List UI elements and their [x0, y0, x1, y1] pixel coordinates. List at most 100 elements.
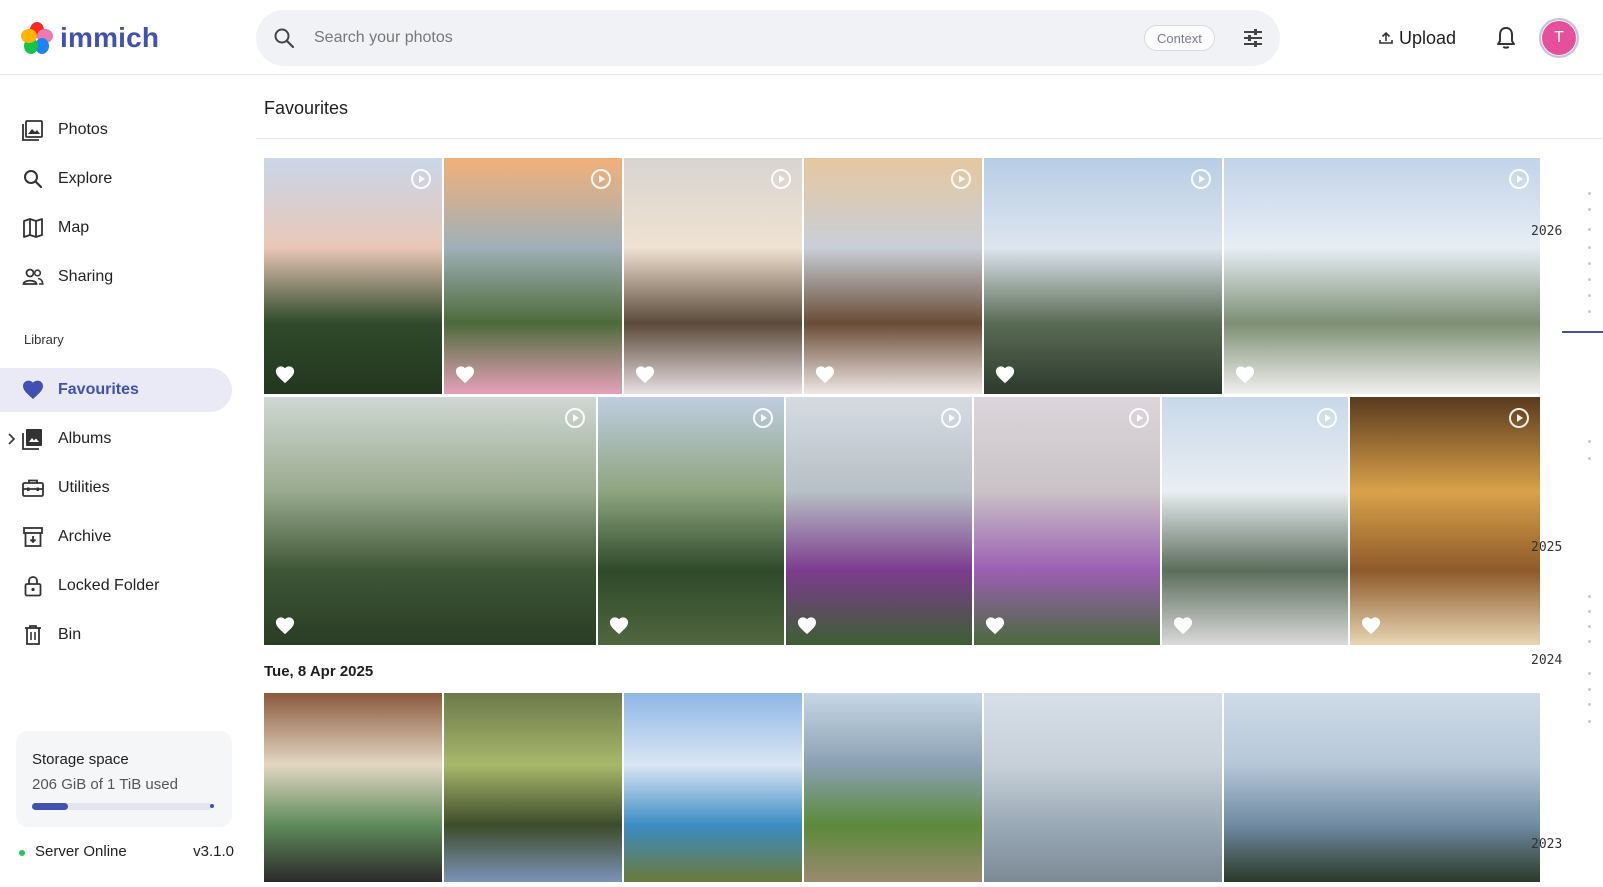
- timeline-year[interactable]: 2024: [1531, 653, 1562, 668]
- play-video-icon: [1129, 408, 1149, 428]
- timeline-year[interactable]: 2023: [1531, 837, 1562, 852]
- sidebar-item-label: Albums: [58, 430, 112, 447]
- sidebar-item-label: Locked Folder: [58, 577, 160, 594]
- sidebar-item-sharing[interactable]: Sharing: [0, 255, 232, 299]
- title-divider: [256, 138, 1603, 139]
- chevron-right-icon[interactable]: [6, 433, 16, 445]
- avatar-initial: T: [1554, 29, 1564, 46]
- timeline-tick: [1588, 688, 1591, 691]
- timeline-scrubber[interactable]: 2026 2025 2024 2023: [1531, 140, 1603, 887]
- favourite-heart-icon: [1361, 617, 1381, 635]
- lock-icon: [24, 576, 42, 597]
- photo-thumbnail[interactable]: [804, 158, 982, 394]
- storage-progress-bar: [32, 803, 212, 810]
- sidebar-item-map[interactable]: Map: [0, 206, 232, 250]
- photo-thumbnail[interactable]: [1162, 397, 1348, 645]
- photo-thumbnail[interactable]: [804, 693, 982, 882]
- photo-thumbnail[interactable]: [1350, 397, 1540, 645]
- photo-thumbnail[interactable]: [974, 397, 1160, 645]
- timeline-tick: [1588, 278, 1591, 281]
- sidebar-item-label: Map: [58, 219, 90, 236]
- context-label: Context: [1157, 30, 1202, 46]
- search-bar[interactable]: Context: [256, 10, 1280, 66]
- sidebar-item-label: Sharing: [58, 268, 114, 285]
- photo-thumbnail[interactable]: [624, 693, 802, 882]
- sidebar-item-favourites[interactable]: Favourites: [0, 368, 232, 412]
- immich-logo-icon: [21, 22, 53, 54]
- search-filter-button[interactable]: [1239, 24, 1267, 52]
- page-title: Favourites: [264, 98, 349, 118]
- timeline-tick: [1588, 310, 1591, 313]
- top-bar: immich Context Upload: [0, 0, 1603, 75]
- context-search-button[interactable]: Context: [1144, 25, 1215, 51]
- photo-thumbnail[interactable]: [264, 158, 442, 394]
- timeline-tick: [1588, 640, 1591, 643]
- user-avatar[interactable]: T: [1539, 18, 1579, 58]
- photo-thumbnail[interactable]: [444, 158, 622, 394]
- sidebar-item-utilities[interactable]: Utilities: [0, 466, 232, 510]
- play-video-icon: [591, 169, 611, 189]
- storage-usage: 206 GiB of 1 TiB used: [32, 776, 178, 793]
- sidebar-item-label: Photos: [58, 121, 108, 138]
- sidebar-item-albums[interactable]: Albums: [0, 417, 232, 461]
- favourite-heart-icon: [275, 366, 295, 384]
- play-video-icon: [951, 169, 971, 189]
- sidebar-item-label: Explore: [58, 170, 113, 187]
- search-input[interactable]: [314, 24, 1094, 52]
- bell-icon[interactable]: [1492, 24, 1520, 52]
- sidebar-item-explore[interactable]: Explore: [0, 157, 232, 201]
- favourite-heart-icon: [815, 366, 835, 384]
- photo-thumbnail[interactable]: [598, 397, 784, 645]
- timeline-year[interactable]: 2025: [1531, 540, 1562, 555]
- timeline-tick: [1588, 595, 1591, 598]
- upload-button[interactable]: Upload: [1378, 24, 1456, 52]
- storage-bar-end-dot: [210, 804, 214, 808]
- server-status-label: Server Online: [35, 843, 127, 860]
- play-video-icon: [1317, 408, 1337, 428]
- favourite-heart-icon: [1173, 617, 1193, 635]
- server-status: Server Online v3.1.0: [19, 843, 234, 863]
- timeline-tick: [1588, 208, 1591, 211]
- upload-label: Upload: [1399, 27, 1457, 48]
- immich-logo[interactable]: immich: [20, 20, 159, 56]
- photo-thumbnail[interactable]: [1224, 693, 1540, 882]
- timeline-position-indicator: [1562, 331, 1603, 333]
- favourite-heart-icon: [275, 617, 295, 635]
- play-video-icon: [1509, 169, 1529, 189]
- timeline-tick: [1588, 440, 1591, 443]
- photo-thumbnail[interactable]: [984, 158, 1222, 394]
- timeline-tick: [1588, 228, 1591, 231]
- date-group-label: Tue, 8 Apr 2025: [264, 663, 374, 680]
- upload-icon: [1379, 31, 1393, 44]
- photo-thumbnail[interactable]: [1224, 158, 1540, 394]
- photos-icon: [22, 120, 43, 141]
- play-video-icon: [941, 408, 961, 428]
- sidebar: Photos Explore Map Sharing Library Favou…: [0, 75, 250, 887]
- sidebar-item-bin[interactable]: Bin: [0, 613, 232, 657]
- photo-thumbnail[interactable]: [264, 693, 442, 882]
- toolbox-icon: [22, 479, 44, 497]
- favourite-heart-icon: [609, 617, 629, 635]
- sidebar-item-locked-folder[interactable]: Locked Folder: [0, 564, 232, 608]
- photo-thumbnail[interactable]: [984, 693, 1222, 882]
- sidebar-item-photos[interactable]: Photos: [0, 108, 232, 152]
- heart-icon: [23, 380, 43, 399]
- timeline-tick: [1588, 720, 1591, 723]
- timeline-year[interactable]: 2026: [1531, 224, 1562, 239]
- timeline-tick: [1588, 294, 1591, 297]
- server-version[interactable]: v3.1.0: [193, 843, 234, 860]
- sidebar-item-archive[interactable]: Archive: [0, 515, 232, 559]
- archive-icon: [23, 527, 43, 547]
- app-name: immich: [60, 22, 160, 53]
- photo-thumbnail[interactable]: [264, 397, 596, 645]
- play-video-icon: [565, 408, 585, 428]
- timeline-tick: [1588, 262, 1591, 265]
- photo-thumbnail[interactable]: [624, 158, 802, 394]
- photo-thumbnail[interactable]: [444, 693, 622, 882]
- search-icon: [274, 28, 295, 49]
- storage-card[interactable]: Storage space 206 GiB of 1 TiB used: [16, 731, 232, 827]
- sharing-icon: [22, 268, 44, 285]
- photo-thumbnail[interactable]: [786, 397, 972, 645]
- timeline-tick: [1588, 192, 1591, 195]
- favourite-heart-icon: [635, 366, 655, 384]
